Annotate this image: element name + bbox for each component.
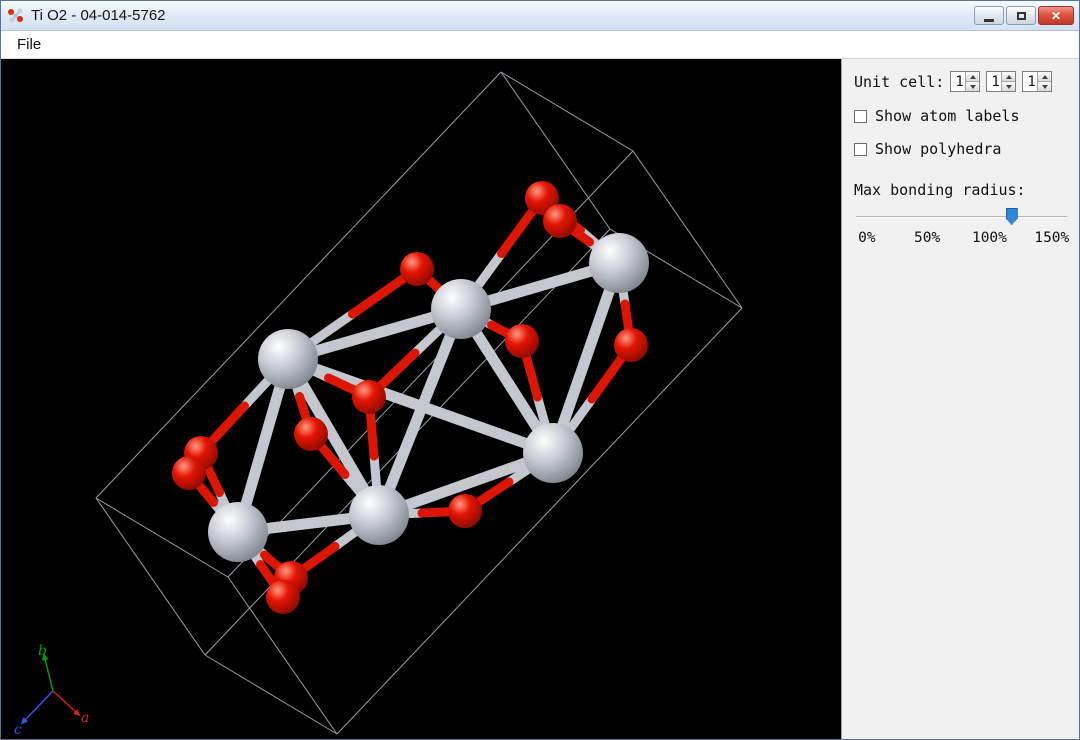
max-bonding-radius-label: Max bonding radius: xyxy=(854,181,1026,199)
chevron-up-icon xyxy=(1041,74,1048,79)
app-window: Ti O2 - 04-014-5762 ✕ File b a c Unit ce… xyxy=(0,0,1080,740)
show-atom-labels-checkbox[interactable] xyxy=(854,109,867,123)
slider-tick-labels: 0% 50% 100% 150% xyxy=(854,230,1069,250)
chevron-up-icon xyxy=(1005,74,1012,79)
menu-bar: File xyxy=(1,31,1079,59)
show-polyhedra-label: Show polyhedra xyxy=(875,140,1002,158)
unit-cell-b-spinner[interactable]: 1 xyxy=(986,71,1017,92)
restore-icon xyxy=(1016,11,1026,20)
chevron-up-icon xyxy=(969,74,976,79)
app-icon xyxy=(7,7,25,25)
bonding-radius-slider[interactable] xyxy=(854,205,1069,227)
minimize-button[interactable] xyxy=(974,6,1004,25)
restore-button[interactable] xyxy=(1006,6,1036,25)
menu-file[interactable]: File xyxy=(9,33,49,56)
minimize-icon xyxy=(984,18,994,22)
svg-text:c: c xyxy=(14,722,22,738)
chevron-down-icon xyxy=(969,84,976,89)
tick-label: 150% xyxy=(1034,230,1070,246)
structure-canvas[interactable]: b a c xyxy=(1,59,841,739)
chevron-down-icon xyxy=(1005,84,1012,89)
structure-viewport[interactable]: b a c xyxy=(1,59,841,739)
slider-groove[interactable] xyxy=(856,216,1067,218)
tick-label: 50% xyxy=(913,230,941,246)
unit-cell-a-down[interactable] xyxy=(966,81,980,91)
content-area: b a c Unit cell: 1 1 1 Show atom labels Sh… xyxy=(1,59,1079,739)
unit-cell-b-up[interactable] xyxy=(1002,72,1016,81)
unit-cell-a-value[interactable]: 1 xyxy=(951,72,965,91)
show-atom-labels-label: Show atom labels xyxy=(875,107,1020,125)
unit-cell-a-spinner[interactable]: 1 xyxy=(950,71,981,92)
tick-label: 0% xyxy=(858,230,876,246)
close-button[interactable]: ✕ xyxy=(1038,6,1074,25)
chevron-down-icon xyxy=(1041,84,1048,89)
window-title: Ti O2 - 04-014-5762 xyxy=(31,7,166,24)
window-controls: ✕ xyxy=(974,6,1074,25)
unit-cell-b-down[interactable] xyxy=(1002,81,1016,91)
svg-text:a: a xyxy=(81,710,89,726)
show-atom-labels-row: Show atom labels xyxy=(854,107,1069,125)
unit-cell-c-down[interactable] xyxy=(1038,81,1052,91)
title-bar[interactable]: Ti O2 - 04-014-5762 ✕ xyxy=(1,1,1079,31)
unit-cell-b-value[interactable]: 1 xyxy=(987,72,1001,91)
unit-cell-row: Unit cell: 1 1 1 xyxy=(854,71,1069,92)
control-panel: Unit cell: 1 1 1 Show atom labels Show p… xyxy=(841,59,1079,739)
unit-cell-c-up[interactable] xyxy=(1038,72,1052,81)
slider-thumb[interactable] xyxy=(1005,208,1018,225)
unit-cell-a-up[interactable] xyxy=(966,72,980,81)
unit-cell-label: Unit cell: xyxy=(854,72,945,91)
unit-cell-c-value[interactable]: 1 xyxy=(1023,72,1037,91)
svg-text:b: b xyxy=(38,643,47,659)
tick-label: 100% xyxy=(971,230,1007,246)
show-polyhedra-checkbox[interactable] xyxy=(854,142,867,156)
unit-cell-c-spinner[interactable]: 1 xyxy=(1022,71,1053,92)
show-polyhedra-row: Show polyhedra xyxy=(854,140,1069,158)
